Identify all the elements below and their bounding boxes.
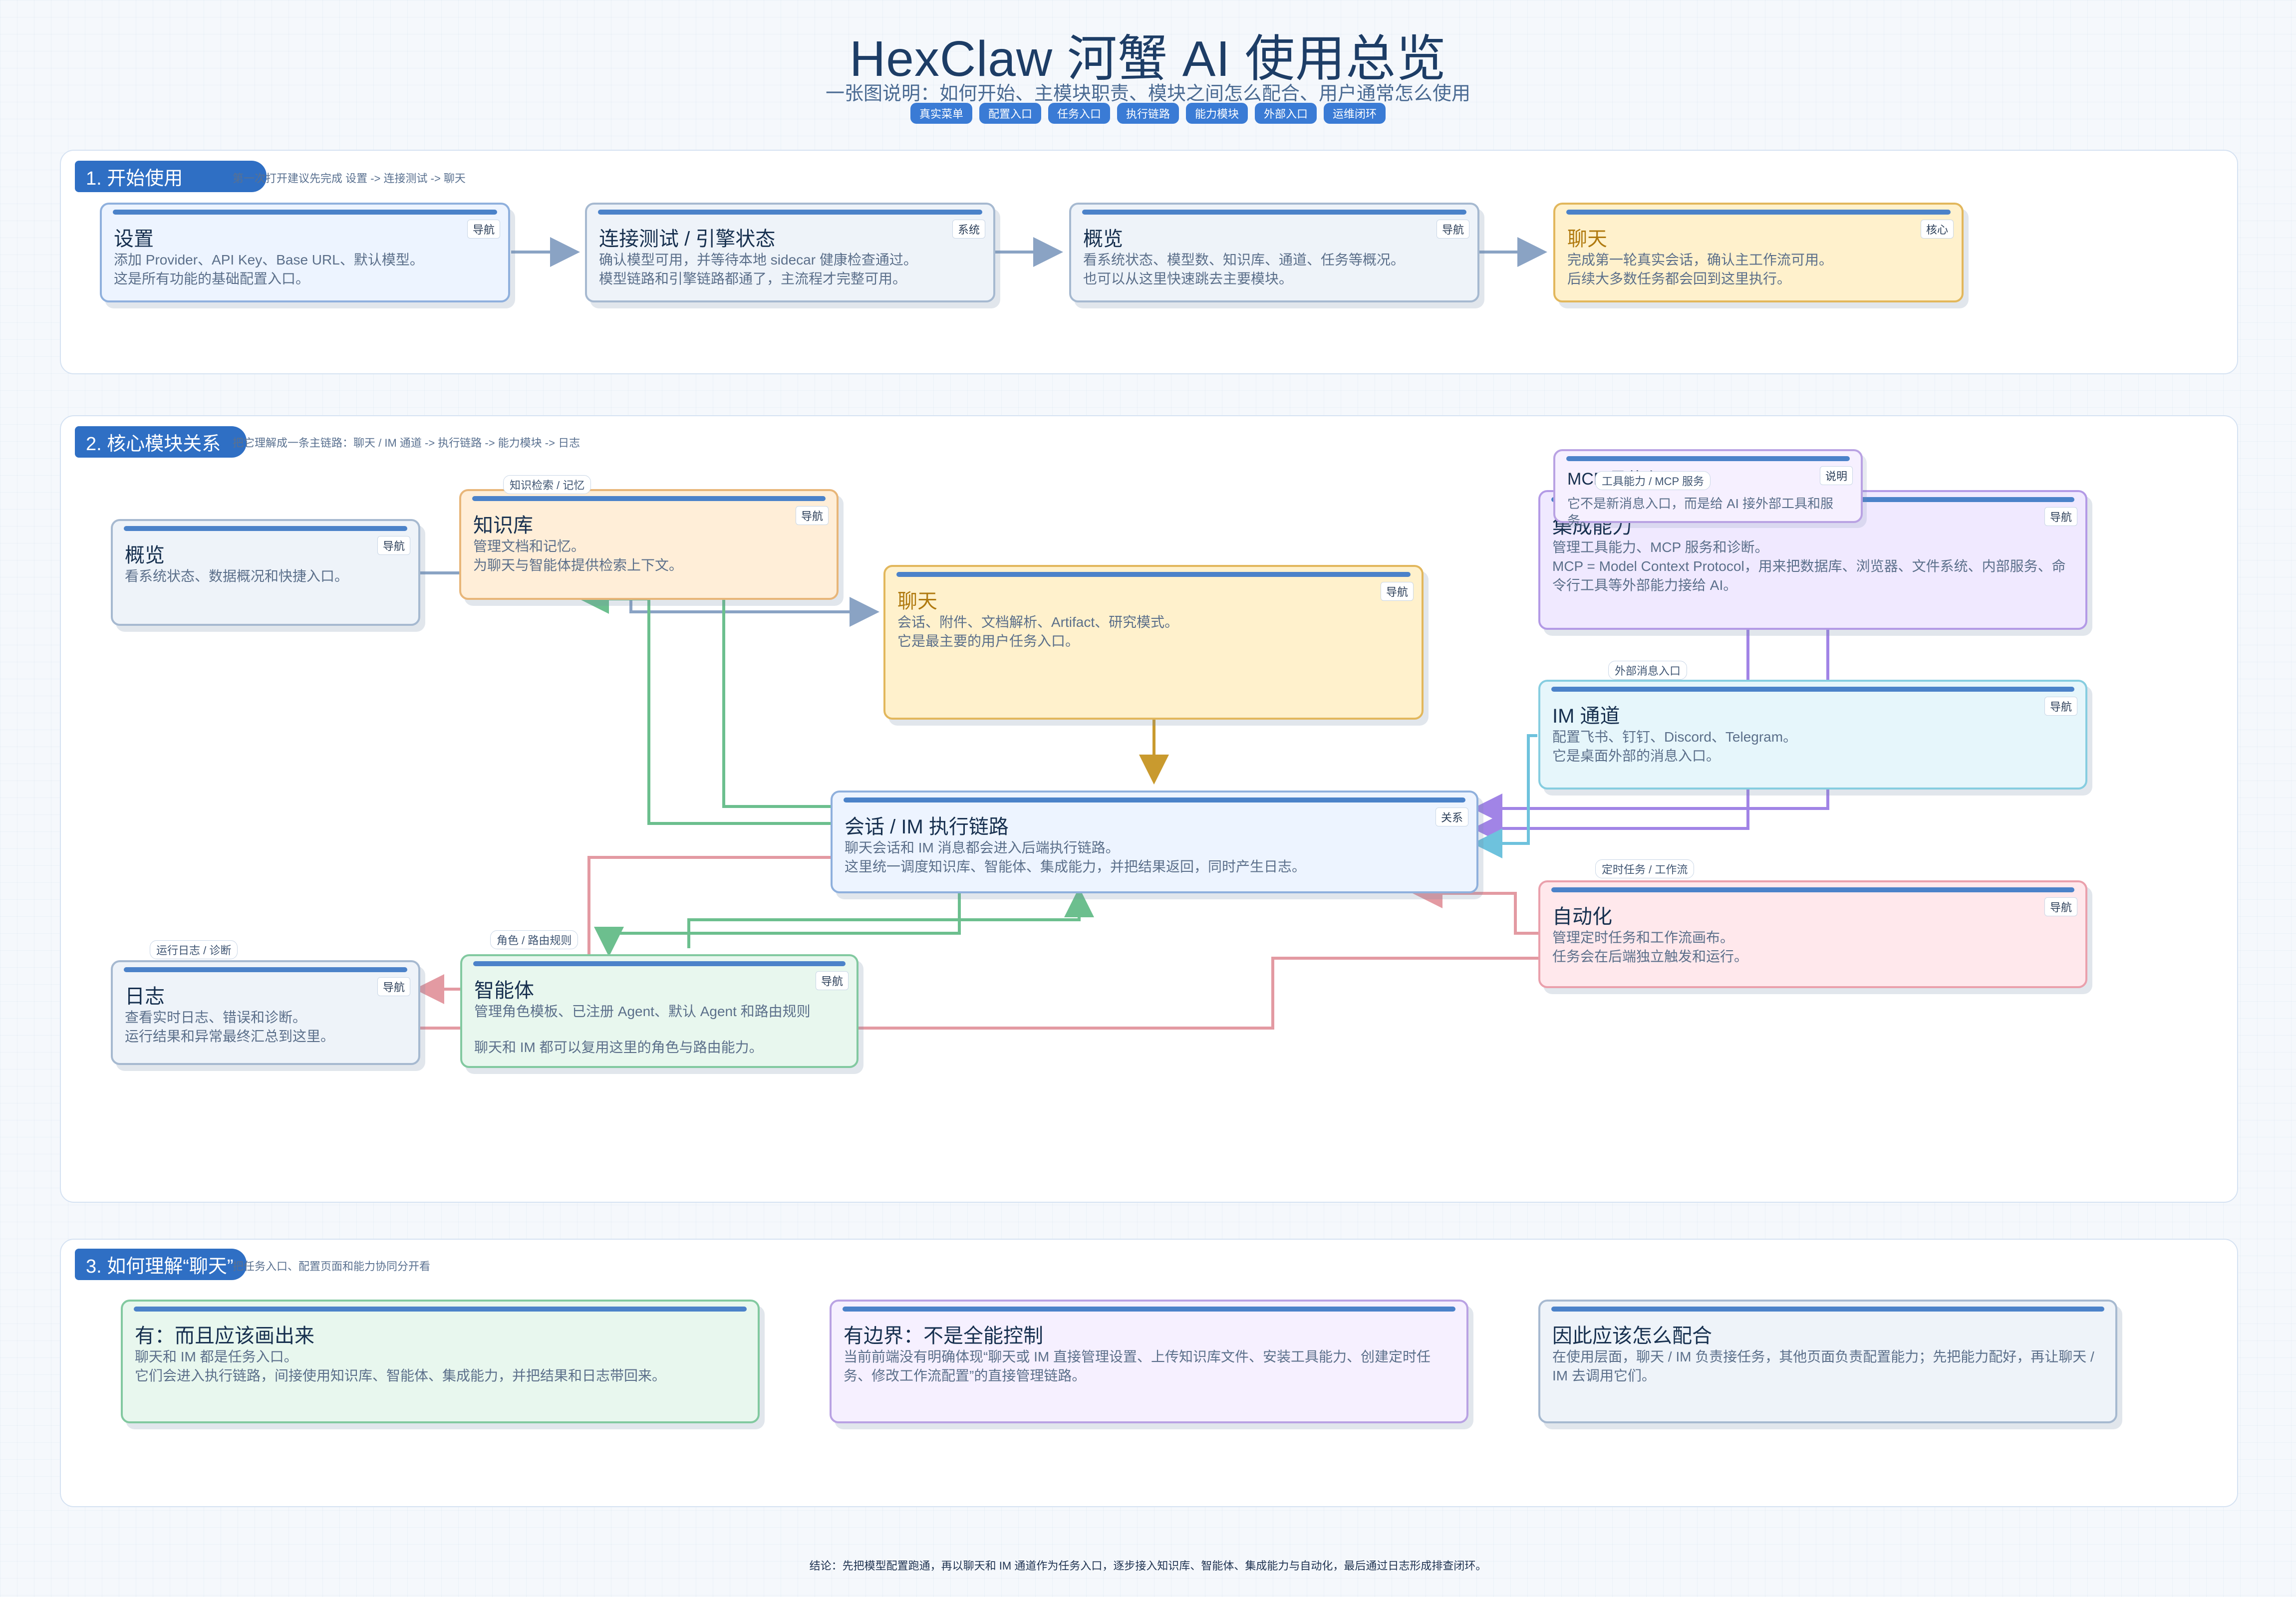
section3-label: 3. 如何理解“聊天” <box>75 1249 247 1280</box>
card-desc: 配置飞书、钉钉、Discord、Telegram。 它是桌面外部的消息入口。 <box>1552 729 1797 764</box>
card-desc: 会话、附件、文档解析、Artifact、研究模式。 它是最主要的用户任务入口。 <box>897 614 1179 649</box>
nav-tag: 导航 <box>1436 220 1469 239</box>
card-overview[interactable]: 概览 导航 看系统状态、模型数、知识库、通道、任务等概况。 也可以从这里快速跳去主… <box>1069 203 1479 302</box>
conclusion: 结论：先把模型配置跑通，再以聊天和 IM 通道作为任务入口，逐步接入知识库、智能… <box>809 1560 1487 1572</box>
note-tag: 说明 <box>1819 466 1853 485</box>
card-accent-bar <box>1566 456 1850 461</box>
card-agents[interactable]: 智能体 导航 管理角色模板、已注册 Agent、默认 Agent 和路由规则 聊… <box>460 954 859 1068</box>
card-title: 有：而且应该画出来 <box>135 1325 314 1347</box>
nav-tag: 导航 <box>815 971 849 990</box>
card-desc: 管理角色模板、已注册 Agent、默认 Agent 和路由规则 聊天和 IM 都… <box>474 1004 811 1055</box>
card-accent-bar <box>1082 210 1466 215</box>
card-pipeline[interactable]: 会话 / IM 执行链路 关系 聊天会话和 IM 消息都会进入后端执行链路。 这里… <box>831 791 1478 893</box>
card-accent-bar <box>472 496 826 501</box>
card-desc: 管理文档和记忆。 为聊天与智能体提供检索上下文。 <box>473 538 683 573</box>
nav-tag: 导航 <box>2044 507 2077 526</box>
card-title: 自动化 <box>1552 906 1612 928</box>
card-accent-bar <box>134 1307 747 1312</box>
nav-tag: 导航 <box>1380 582 1414 601</box>
core-tag: 核心 <box>1920 220 1954 239</box>
im-label: 外部消息入口 <box>1608 661 1688 680</box>
agents-label: 角色 / 路由规则 <box>490 930 578 949</box>
section2-note: 把它理解成一条主链路：聊天 / IM 通道 -> 执行链路 -> 能力模块 ->… <box>233 437 580 449</box>
nav-tag: 导航 <box>2044 697 2077 716</box>
card-title: 智能体 <box>474 980 534 1002</box>
card-im[interactable]: IM 通道 导航 配置飞书、钉钉、Discord、Telegram。 它是桌面外部… <box>1538 680 2087 790</box>
card-accent-bar <box>598 210 982 215</box>
flow-arrow <box>687 893 1081 948</box>
card-title: 聊天 <box>1567 228 1607 250</box>
card-title: 聊天 <box>897 590 937 612</box>
card-connection-test[interactable]: 连接测试 / 引擎状态 系统 确认模型可用，并等待本地 sidecar 健康检查… <box>585 203 995 302</box>
card-desc: 它不是新消息入口，而是给 AI 接外部工具和服务。 <box>1567 496 1834 528</box>
card-accent-bar <box>1566 210 1951 215</box>
card-accent-bar <box>1551 887 2074 892</box>
automation-label: 定时任务 / 工作流 <box>1595 859 1695 878</box>
card-desc: 确认模型可用，并等待本地 sidecar 健康检查通过。 模型链路和引擎链路都通了… <box>599 252 917 286</box>
card-desc: 查看实时日志、错误和诊断。 运行结果和异常最终汇总到这里。 <box>125 1010 335 1044</box>
card-accent-bar <box>124 967 407 972</box>
card-desc: 在使用层面，聊天 / IM 负责接任务，其他页面负责配置能力；先把能力配好，再让… <box>1552 1349 2094 1383</box>
flow-arrow <box>1413 878 1538 935</box>
section3-note: 把任务入口、配置页面和能力协同分开看 <box>233 1260 431 1273</box>
card-desc: 当前前端没有明确体现“聊天或 IM 直接管理设置、上传知识库文件、安装工具能力、… <box>844 1349 1431 1383</box>
card-title: 概览 <box>125 544 165 566</box>
card-title: 会话 / IM 执行链路 <box>845 816 1009 838</box>
card-desc: 看系统状态、模型数、知识库、通道、任务等概况。 也可以从这里快速跳去主要模块。 <box>1083 252 1405 286</box>
logs-label: 运行日志 / 诊断 <box>150 940 238 959</box>
mcp-label: 工具能力 / MCP 服务 <box>1595 471 1711 490</box>
card-title: 设置 <box>114 228 154 250</box>
card-knowledge[interactable]: 知识库 导航 管理文档和记忆。 为聊天与智能体提供检索上下文。 <box>459 489 839 600</box>
card-accent-bar <box>1551 687 2074 692</box>
card-desc: 聊天和 IM 都是任务入口。 它们会进入执行链路，间接使用知识库、智能体、集成能力… <box>135 1349 666 1383</box>
nav-tag: 导航 <box>377 536 410 555</box>
card-accent-bar <box>843 1307 1455 1312</box>
nav-tag: 导航 <box>795 506 829 525</box>
nav-tag: 导航 <box>377 977 410 996</box>
card-title: 有边界：不是全能控制 <box>844 1325 1043 1347</box>
card-title: IM 通道 <box>1552 705 1620 727</box>
card-title: 连接测试 / 引擎状态 <box>599 228 776 250</box>
card-desc: 聊天会话和 IM 消息都会进入后端执行链路。 这里统一调度知识库、智能体、集成能力… <box>845 840 1306 874</box>
card-understand-yes[interactable]: 有：而且应该画出来 聊天和 IM 都是任务入口。 它们会进入执行链路，间接使用知识… <box>121 1300 760 1423</box>
knowledge-label: 知识检索 / 记忆 <box>503 475 591 494</box>
card-accent-bar <box>1551 1307 2104 1312</box>
card-understand-cooperate[interactable]: 因此应该怎么配合 在使用层面，聊天 / IM 负责接任务，其他页面负责配置能力；… <box>1538 1300 2117 1423</box>
card-title: 日志 <box>125 986 165 1008</box>
card-accent-bar <box>124 526 407 531</box>
card-understand-boundary[interactable]: 有边界：不是全能控制 当前前端没有明确体现“聊天或 IM 直接管理设置、上传知识… <box>830 1300 1468 1423</box>
card-overview-2[interactable]: 概览 导航 看系统状态、数据概况和快捷入口。 <box>111 519 420 626</box>
flow-arrow <box>594 893 961 957</box>
card-desc: 完成第一轮真实会话，确认主工作流可用。 后续大多数任务都会回到这里执行。 <box>1567 252 1833 286</box>
card-accent-bar <box>844 798 1465 802</box>
nav-tag: 导航 <box>2044 897 2077 916</box>
card-automation[interactable]: 自动化 导航 管理定时任务和工作流画布。 任务会在后端独立触发和运行。 <box>1538 880 2087 988</box>
card-desc: 添加 Provider、API Key、Base URL、默认模型。 这是所有功能… <box>114 252 424 286</box>
section2-label: 2. 核心模块关系 <box>75 426 247 458</box>
card-title: 因此应该怎么配合 <box>1552 1325 1712 1347</box>
card-accent-bar <box>473 961 846 966</box>
card-desc: 看系统状态、数据概况和快捷入口。 <box>125 568 349 584</box>
section1-note: 第一次打开建议先完成 设置 -> 连接测试 -> 聊天 <box>233 172 466 185</box>
card-title: 概览 <box>1083 228 1123 250</box>
card-chat-start[interactable]: 聊天 核心 完成第一轮真实会话，确认主工作流可用。 后续大多数任务都会回到这里执行… <box>1553 203 1964 302</box>
card-title: 知识库 <box>473 515 533 536</box>
card-desc: 管理工具能力、MCP 服务和诊断。 MCP = Model Context Pro… <box>1552 539 2066 593</box>
system-tag: 系统 <box>952 220 985 239</box>
relation-tag: 关系 <box>1435 807 1468 826</box>
card-accent-bar <box>113 210 497 215</box>
flow-arrow <box>722 599 833 808</box>
card-desc: 管理定时任务和工作流画布。 任务会在后端独立触发和运行。 <box>1552 930 1748 964</box>
nav-tag: 导航 <box>467 220 500 239</box>
flow-arrow <box>579 584 833 825</box>
card-logs[interactable]: 日志 导航 查看实时日志、错误和诊断。 运行结果和异常最终汇总到这里。 <box>111 960 420 1065</box>
card-chat[interactable]: 聊天 导航 会话、附件、文档解析、Artifact、研究模式。 它是最主要的用户任… <box>883 565 1424 720</box>
card-accent-bar <box>896 572 1411 577</box>
card-settings[interactable]: 设置 导航 添加 Provider、API Key、Base URL、默认模型。… <box>100 203 510 302</box>
